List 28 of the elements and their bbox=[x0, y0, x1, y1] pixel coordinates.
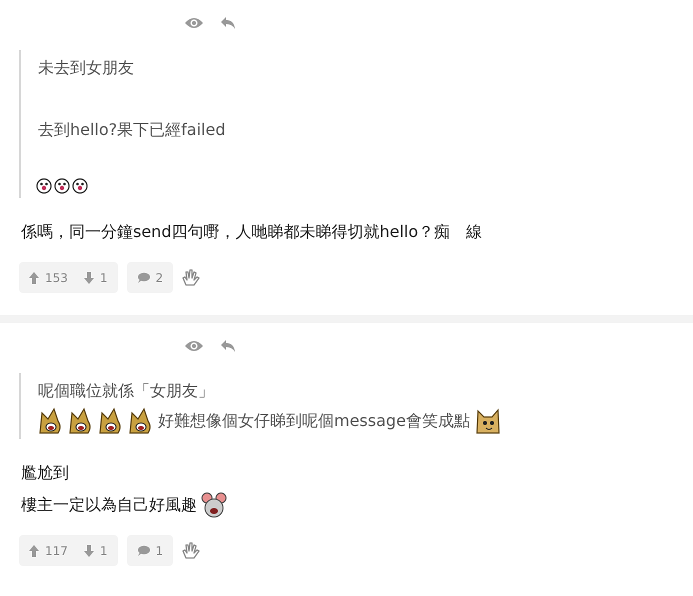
quote-text: 去到hello?果下已經failed bbox=[38, 119, 226, 141]
eye-icon[interactable] bbox=[184, 16, 204, 30]
clown-face-icon bbox=[54, 178, 70, 194]
quote-text: 好難想像個女仔睇到呢個message會笑成點 bbox=[158, 410, 470, 432]
reply-icon[interactable] bbox=[220, 339, 236, 353]
comment-icon bbox=[136, 545, 150, 556]
hand-icon[interactable] bbox=[182, 268, 200, 286]
upvote-icon bbox=[29, 544, 39, 556]
hand-icon[interactable] bbox=[182, 542, 200, 560]
upvote-icon bbox=[29, 272, 39, 284]
vote-button[interactable]: 153 1 bbox=[19, 262, 118, 293]
vote-button[interactable]: 117 1 bbox=[19, 535, 118, 566]
replies-button[interactable]: 1 bbox=[126, 535, 174, 566]
replies-button[interactable]: 2 bbox=[126, 262, 174, 293]
clown-face-icon bbox=[36, 178, 52, 194]
downvote-icon bbox=[84, 544, 94, 556]
eye-icon[interactable] bbox=[184, 339, 204, 353]
post-text: 尷尬到 bbox=[21, 462, 69, 484]
post-text: 樓主一定以為自己好風趣 bbox=[21, 494, 197, 516]
comment-icon bbox=[136, 272, 150, 283]
quote-text: 未去到女朋友 bbox=[38, 57, 134, 79]
downvote-icon bbox=[84, 272, 94, 284]
post-text: 係嗎，同一分鐘send四句嘢，人哋睇都未睇得切就hello？痴 線 bbox=[21, 221, 482, 243]
cat-sticker-icon bbox=[474, 407, 502, 435]
mouse-sticker-icon bbox=[201, 492, 227, 518]
reply-icon[interactable] bbox=[220, 16, 236, 30]
clown-face-icon bbox=[72, 178, 88, 194]
quote-text: 呢個職位就係「女朋友」 bbox=[38, 380, 214, 402]
